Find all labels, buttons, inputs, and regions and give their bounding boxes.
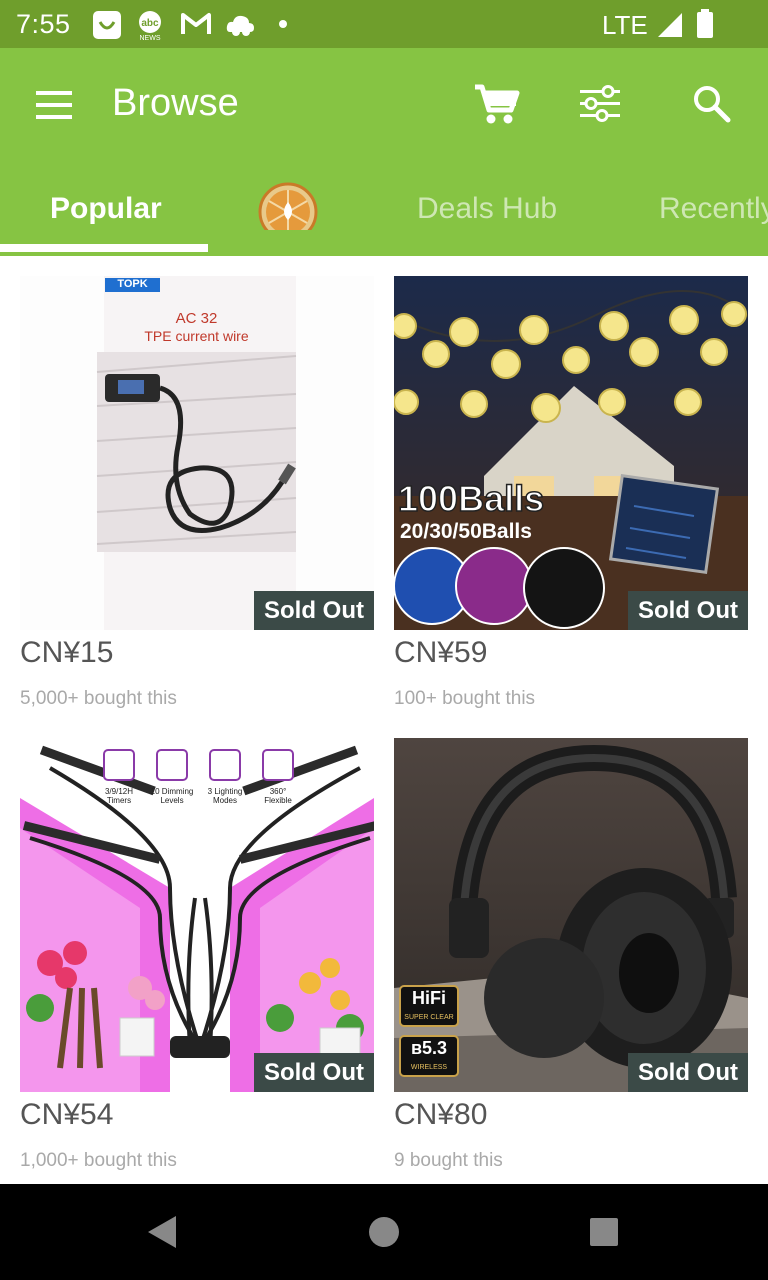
- sold-out-badge: Sold Out: [254, 1053, 374, 1092]
- cart-icon[interactable]: [472, 82, 520, 126]
- network-type: LTE: [602, 10, 648, 40]
- product-image[interactable]: HiFi SUPER CLEAR ʙ5.3 WIRELESS Sold Out: [394, 738, 748, 1092]
- product-image[interactable]: 100Balls 20/30/50Balls Sold Out: [394, 276, 748, 630]
- filter-icon[interactable]: [578, 84, 622, 124]
- status-time: 7:55: [16, 9, 71, 39]
- status-bar: 7:55 abc NEWS LTE: [0, 0, 768, 48]
- tab-popular[interactable]: Popular: [50, 192, 162, 240]
- search-icon[interactable]: [692, 84, 732, 124]
- bought-count: 9 bought this: [394, 1150, 503, 1171]
- app-bar: Browse Popular Deals Hub Recently: [0, 48, 768, 256]
- dot-icon: [279, 20, 287, 28]
- tab-deals-hub[interactable]: Deals Hub: [417, 192, 557, 240]
- cloud-game-icon: [226, 15, 254, 36]
- product-image[interactable]: 3/9/12H Timers 10 Dimming Levels 3 Lightin…: [20, 738, 374, 1092]
- back-icon[interactable]: [144, 1214, 180, 1250]
- battery-icon: [697, 9, 713, 38]
- image-text: 10 Dimming Levels: [150, 787, 194, 805]
- image-text: WIRELESS: [410, 1064, 448, 1071]
- image-text: 20/30/50Balls: [400, 520, 532, 543]
- signal-icon: [658, 13, 682, 37]
- wheel-icon[interactable]: [258, 182, 318, 230]
- tab-indicator: [0, 244, 208, 252]
- image-text: TPE current wire: [144, 328, 249, 344]
- smile-app-icon: [93, 11, 121, 39]
- product-price: CN¥59: [394, 636, 488, 669]
- image-text: 100Balls: [397, 477, 545, 520]
- sold-out-badge: Sold Out: [254, 591, 374, 630]
- image-brand-text: TOPK: [117, 278, 148, 290]
- system-nav-bar: [0, 1184, 768, 1280]
- image-text: 3/9/12H Timers: [104, 787, 134, 805]
- image-text: 360° Flexible: [264, 787, 292, 805]
- image-text: 3 Lighting Modes: [207, 787, 243, 805]
- tab-recently[interactable]: Recently: [659, 192, 768, 240]
- product-price: CN¥54: [20, 1098, 114, 1131]
- svg-text:abc: abc: [141, 18, 159, 29]
- product-price: CN¥80: [394, 1098, 488, 1131]
- menu-icon[interactable]: [34, 88, 76, 122]
- image-text: AC 32: [175, 310, 218, 327]
- image-text: ʙ5.3: [410, 1038, 448, 1058]
- recents-icon[interactable]: [588, 1216, 620, 1248]
- home-icon[interactable]: [366, 1214, 402, 1250]
- sold-out-badge: Sold Out: [628, 1053, 748, 1092]
- gmail-icon: [181, 13, 211, 34]
- sold-out-badge: Sold Out: [628, 591, 748, 630]
- page-title: Browse: [112, 82, 239, 124]
- bought-count: 100+ bought this: [394, 688, 536, 709]
- image-text: HiFi: [412, 988, 446, 1008]
- image-text: SUPER CLEAR: [404, 1014, 454, 1021]
- product-price: CN¥15: [20, 636, 114, 669]
- product-image[interactable]: TOPK AC 32 TPE current wire Sold Out: [20, 276, 374, 630]
- svg-text:NEWS: NEWS: [140, 35, 161, 40]
- bought-count: 1,000+ bought this: [20, 1150, 177, 1171]
- abc-news-icon: abc NEWS: [139, 11, 161, 40]
- bought-count: 5,000+ bought this: [20, 688, 177, 709]
